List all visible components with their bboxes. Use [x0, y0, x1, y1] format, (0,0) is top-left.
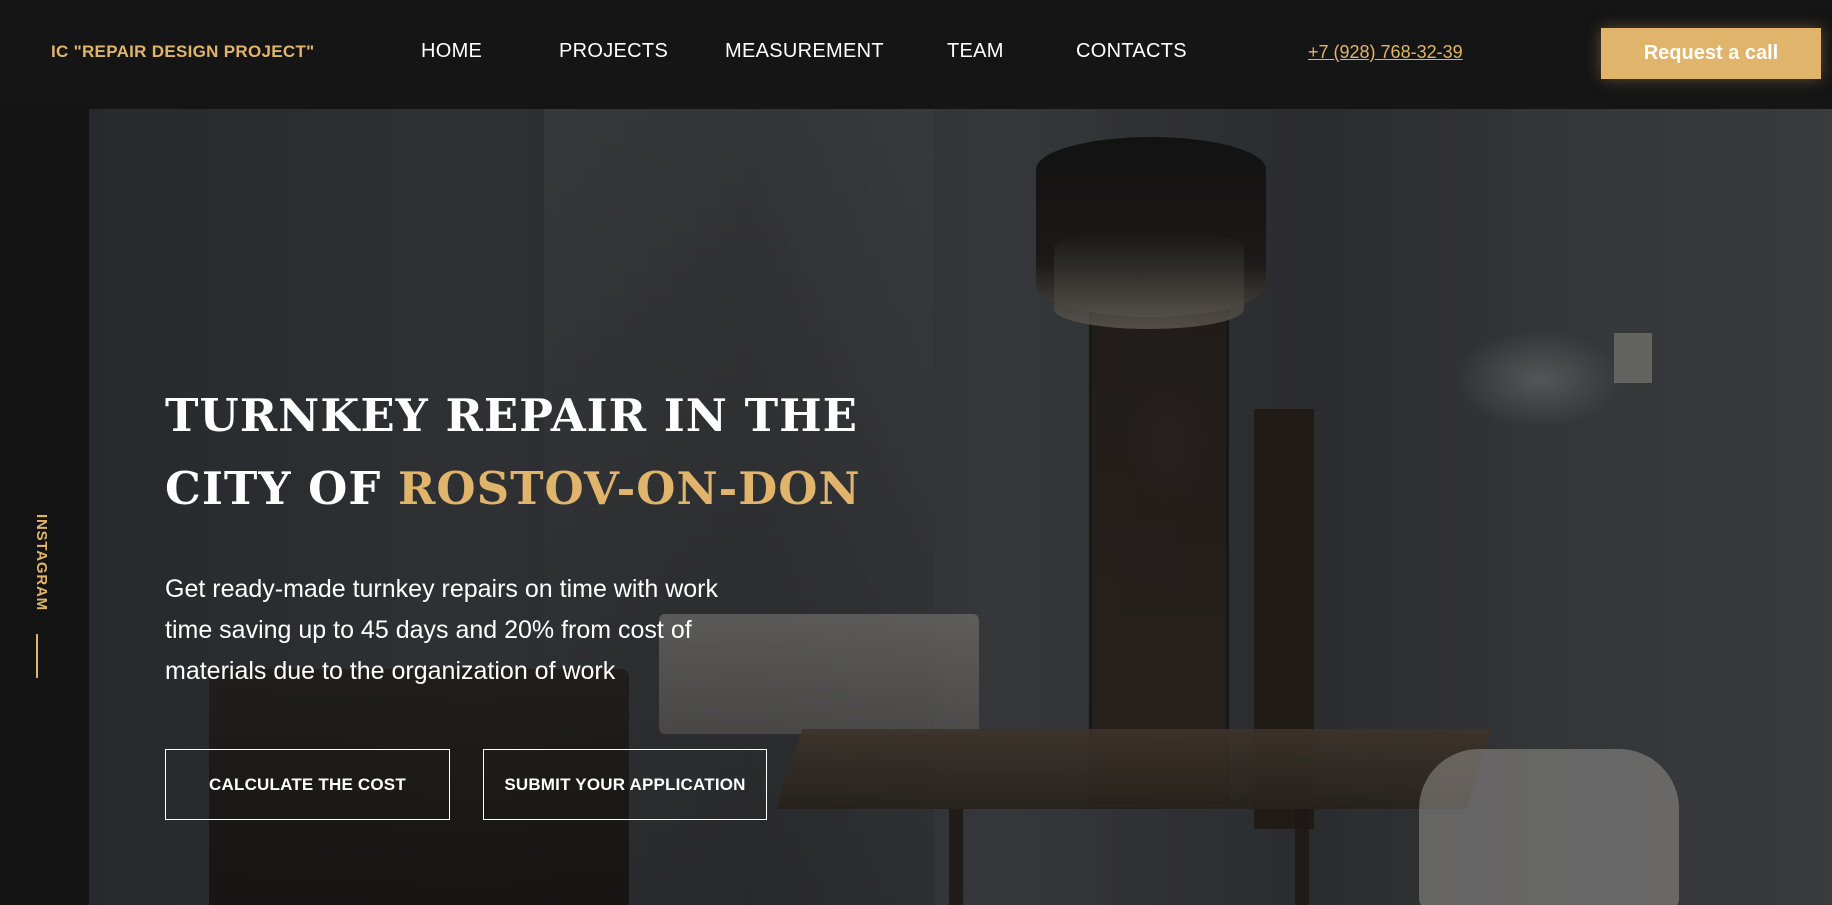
hero-title-line1: TURNKEY REPAIR IN THE	[165, 389, 858, 442]
site-header: IC "REPAIR DESIGN PROJECT" HOME PROJECTS…	[0, 0, 1832, 109]
instagram-label: INSTAGRAM	[33, 514, 50, 611]
request-call-button[interactable]: Request a call	[1601, 28, 1821, 79]
instagram-divider	[36, 634, 38, 678]
nav-projects[interactable]: PROJECTS	[559, 40, 668, 63]
hero-title-city: ROSTOV-ON-DON	[397, 462, 861, 515]
side-strip	[0, 109, 89, 905]
hero-section: TURNKEY REPAIR IN THE CITY OF ROSTOV-ON-…	[89, 109, 1832, 905]
logo[interactable]: IC "REPAIR DESIGN PROJECT"	[51, 42, 315, 62]
hero-description: Get ready-made turnkey repairs on time w…	[165, 575, 718, 685]
hero-title: TURNKEY REPAIR IN THE CITY OF ROSTOV-ON-…	[165, 379, 861, 525]
nav-home[interactable]: HOME	[421, 40, 482, 63]
nav-measurement[interactable]: MEASUREMENT	[725, 40, 884, 63]
nav-contacts[interactable]: CONTACTS	[1076, 40, 1187, 63]
phone-link[interactable]: +7 (928) 768-32-39	[1308, 42, 1463, 63]
hero-title-line2-prefix: CITY OF	[165, 462, 398, 515]
instagram-link[interactable]: INSTAGRAM	[26, 514, 50, 624]
calculate-cost-button[interactable]: CALCULATE THE COST	[165, 749, 450, 820]
submit-application-button[interactable]: SUBMIT YOUR APPLICATION	[483, 749, 767, 820]
nav-team[interactable]: TEAM	[947, 40, 1004, 63]
